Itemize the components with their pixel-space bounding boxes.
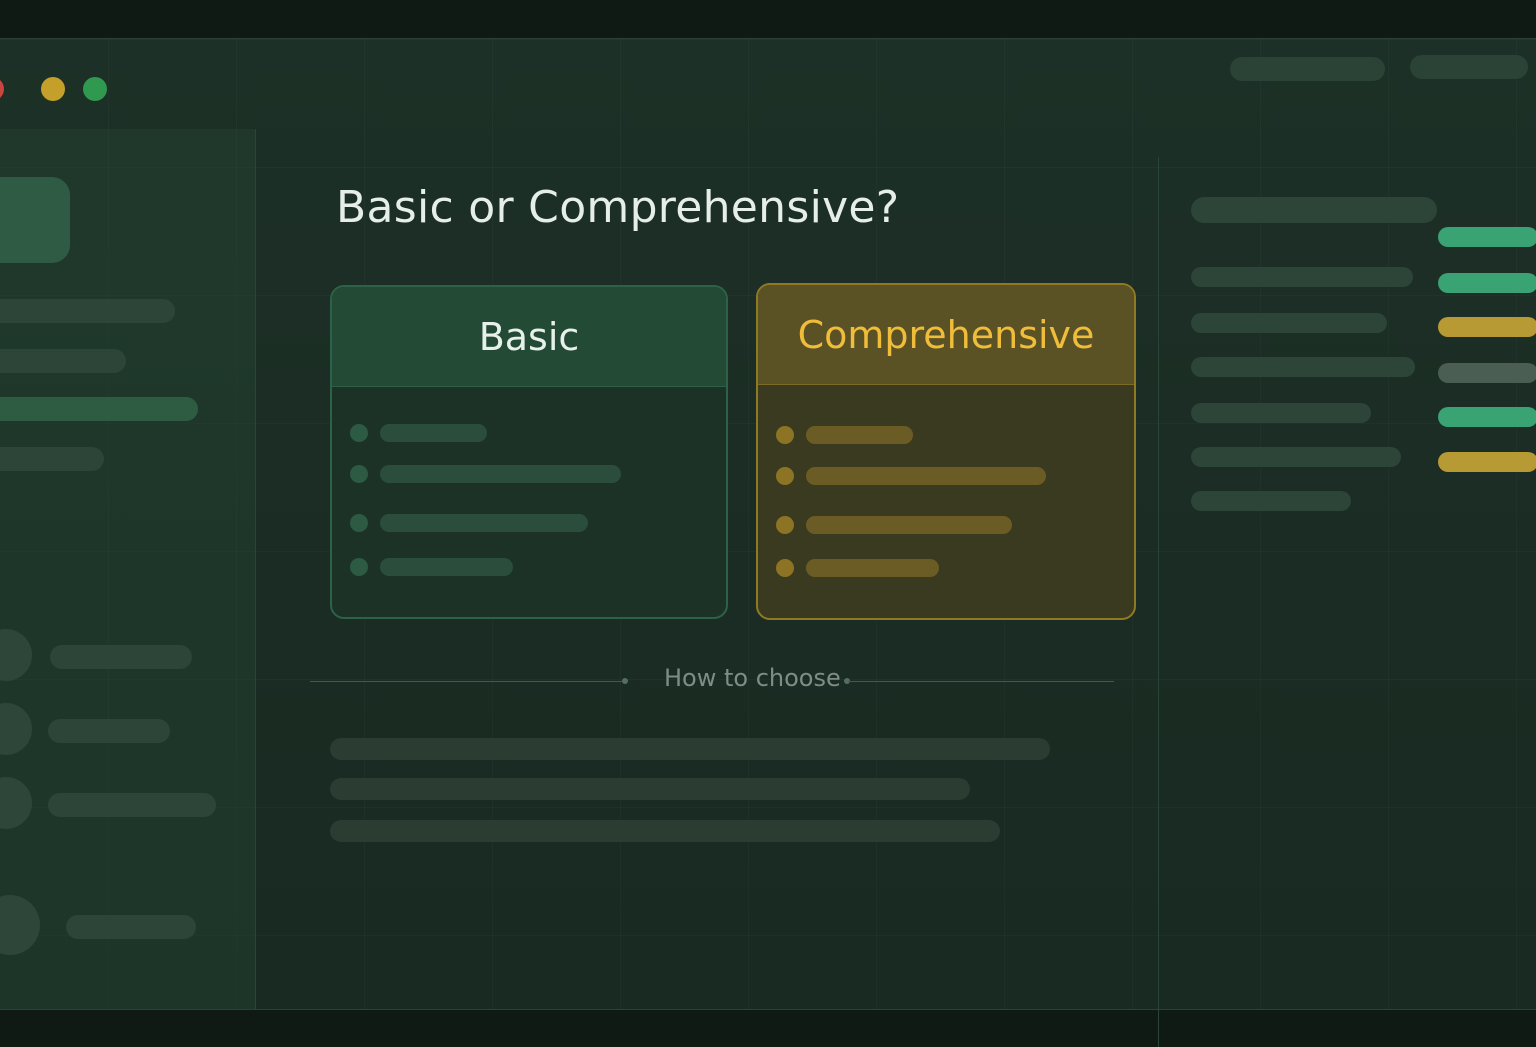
sidebar-item[interactable] — [0, 447, 104, 471]
bullet-icon — [350, 514, 368, 532]
text-placeholder — [330, 778, 970, 800]
text-placeholder — [330, 738, 1050, 760]
sidebar — [0, 129, 256, 1009]
sidebar-contact[interactable] — [48, 793, 216, 817]
text-placeholder — [330, 820, 1000, 842]
maximize-window-button[interactable] — [83, 77, 107, 101]
divider-line-left — [310, 681, 624, 682]
toolbar-placeholder-2[interactable] — [1410, 55, 1528, 79]
divider-line-right — [848, 681, 1114, 682]
sidebar-item-active[interactable] — [0, 397, 198, 421]
basic-option-title: Basic — [332, 287, 726, 387]
close-window-button[interactable] — [0, 77, 4, 101]
feature-placeholder — [380, 514, 588, 532]
right-panel-heading — [1191, 197, 1437, 223]
how-to-choose-label: How to choose — [664, 664, 841, 692]
sidebar-item[interactable] — [0, 299, 175, 323]
title-bar — [0, 39, 1528, 119]
bullet-icon — [350, 558, 368, 576]
sidebar-contact[interactable] — [50, 645, 192, 669]
avatar[interactable] — [0, 629, 32, 681]
sidebar-item[interactable] — [0, 349, 126, 373]
feature-placeholder — [380, 558, 513, 576]
sidebar-contact[interactable] — [48, 719, 170, 743]
status-tag — [1438, 227, 1536, 247]
page-title: Basic or Comprehensive? — [336, 182, 900, 233]
basic-option-card[interactable]: Basic — [330, 285, 728, 619]
status-tag — [1438, 317, 1536, 337]
bullet-icon — [350, 465, 368, 483]
right-panel-row[interactable] — [1191, 447, 1401, 467]
avatar[interactable] — [0, 703, 32, 755]
feature-placeholder — [806, 426, 913, 444]
feature-placeholder — [806, 559, 939, 577]
minimize-window-button[interactable] — [41, 77, 65, 101]
right-panel-row[interactable] — [1191, 403, 1371, 423]
status-tag — [1438, 363, 1536, 383]
bullet-icon — [350, 424, 368, 442]
avatar[interactable] — [0, 777, 32, 829]
right-panel-row[interactable] — [1191, 267, 1413, 287]
comprehensive-option-title: Comprehensive — [758, 285, 1134, 385]
sidebar-logo — [0, 177, 70, 263]
bullet-icon — [776, 467, 794, 485]
comprehensive-option-card[interactable]: Comprehensive — [756, 283, 1136, 620]
right-panel-row[interactable] — [1191, 491, 1351, 511]
toolbar-placeholder-1[interactable] — [1230, 57, 1385, 81]
status-tag — [1438, 273, 1536, 293]
feature-placeholder — [380, 465, 621, 483]
status-tag — [1438, 452, 1536, 472]
status-tag — [1438, 407, 1536, 427]
feature-placeholder — [380, 424, 487, 442]
bullet-icon — [776, 516, 794, 534]
divider-arrow — [622, 678, 628, 684]
sidebar-contact[interactable] — [66, 915, 196, 939]
right-panel-row[interactable] — [1191, 313, 1387, 333]
feature-placeholder — [806, 467, 1046, 485]
avatar[interactable] — [0, 895, 40, 955]
right-panel-row[interactable] — [1191, 357, 1415, 377]
bullet-icon — [776, 559, 794, 577]
bullet-icon — [776, 426, 794, 444]
feature-placeholder — [806, 516, 1012, 534]
